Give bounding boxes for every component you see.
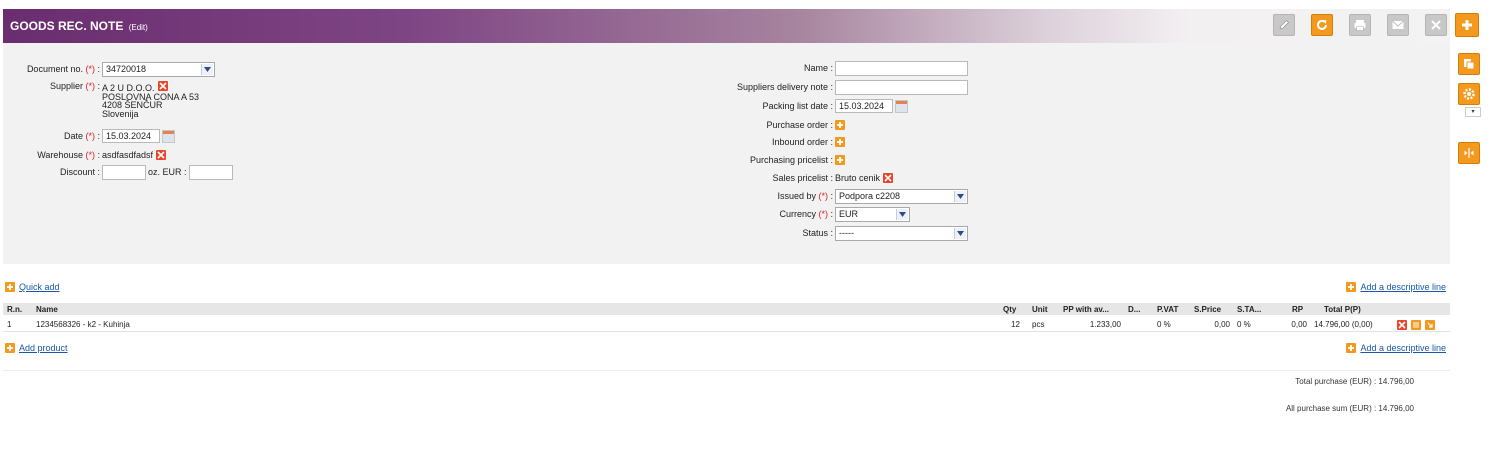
plus-icon [1462,20,1472,30]
suppliers-delivery-note-row: Suppliers delivery note : [703,79,968,95]
chevron-down-icon [954,227,966,239]
plus-icon [5,282,15,292]
divider [3,370,1450,371]
all-purchase-sum: All purchase sum (EUR) : 14.796,00 [1285,404,1414,413]
column-unit[interactable]: Unit [1032,305,1048,314]
column-rp[interactable]: RP [1292,305,1303,314]
status-select[interactable]: ----- [835,225,968,241]
add-product-link[interactable]: Add product [5,343,68,353]
purchasing-pricelist-row: Purchasing pricelist : [703,152,845,168]
packing-list-date-input[interactable] [835,99,893,113]
column-rn[interactable]: R.n. [7,305,22,314]
total-purchase: Total purchase (EUR) : 14.796,00 [1295,377,1414,386]
calendar-icon[interactable] [895,99,908,113]
column-pp-with-av[interactable]: PP with av... [1063,305,1109,314]
page-title: GOODS REC. NOTE (Edit) [10,19,148,33]
document-form: Document no. (*) : 34720018 Supplier (*)… [3,43,1450,264]
column-qty[interactable]: Qty [1003,305,1016,314]
chevron-down-icon [201,63,213,75]
date-row: Date (*) : [3,128,175,144]
name-row: Name : [703,60,968,76]
chevron-down-icon [896,208,908,220]
inbound-order-row: Inbound order : [703,134,845,150]
settings-button[interactable] [1458,83,1480,105]
issued-by-row: Issued by (*) : Podpora c2208 [703,188,968,204]
warehouse-value: asdfasdfadsf [102,150,154,160]
calendar-icon[interactable] [162,129,175,143]
chevron-down-icon [954,190,966,202]
quick-add-link[interactable]: Quick add [5,282,60,292]
copy-button[interactable] [1458,53,1480,75]
add-purchase-order-icon[interactable] [835,120,845,130]
settings-dropdown-caret[interactable]: ▾ [1465,107,1481,117]
issued-by-select[interactable]: Podpora c2208 [835,188,968,204]
sales-pricelist-value: Bruto cenik [835,173,881,183]
currency-row: Currency (*) : EUR [703,206,910,222]
supplier-row: Supplier (*) : A 2 U D.O.O. POSLOVNA CON… [49,81,200,119]
remove-warehouse-icon[interactable] [156,150,167,160]
remove-sales-pricelist-icon[interactable] [883,173,894,183]
currency-select[interactable]: EUR [835,206,910,222]
gear-icon [1463,88,1475,100]
lines-table-header: R.n. Name Qty Unit PP with av... D... P.… [3,303,1450,315]
delete-line-icon[interactable] [1397,320,1407,330]
print-button[interactable] [1349,14,1371,36]
column-pvat[interactable]: P.VAT [1157,305,1178,314]
add-purchasing-pricelist-icon[interactable] [835,155,845,165]
column-sta[interactable]: S.TA... [1237,305,1261,314]
discount-input[interactable] [102,164,146,180]
edit-button[interactable] [1273,14,1295,36]
supplier-address: A 2 U D.O.O. POSLOVNA CONA A 53 4208 ŠEN… [102,81,200,119]
date-input[interactable] [102,129,160,143]
warehouse-row: Warehouse (*) : asdfasdfadsf [3,147,167,163]
edit-line-icon[interactable] [1411,320,1421,330]
status-row: Status : ----- [703,225,968,241]
close-icon [1431,20,1441,30]
column-total-pp[interactable]: Total P(P) [1324,305,1361,314]
sales-pricelist-row: Sales pricelist : Bruto cenik [703,170,894,186]
plus-icon [1346,282,1357,292]
email-button[interactable] [1387,14,1409,36]
add-descriptive-line-link-bottom[interactable]: Add a descriptive line [1343,343,1446,353]
table-row[interactable]: 1 1234568326 - k2 - Kuhinja 12 pcs 1.233… [3,318,1450,332]
plus-icon [1346,343,1357,353]
split-arrows-icon [1464,148,1474,158]
close-button[interactable] [1425,14,1447,36]
print-icon [1354,20,1366,31]
split-view-button[interactable] [1458,142,1480,164]
column-name[interactable]: Name [36,305,58,314]
packing-list-date-row: Packing list date : [703,98,908,114]
suppliers-delivery-note-input[interactable] [835,79,968,95]
refresh-button[interactable] [1311,14,1333,36]
add-descriptive-line-link-top[interactable]: Add a descriptive line [1343,282,1446,292]
new-document-button[interactable] [1455,13,1479,37]
discount-eur-input[interactable] [188,164,233,180]
purchase-order-row: Purchase order : [703,117,845,133]
remove-supplier-icon[interactable] [157,81,168,91]
page-mode: (Edit) [128,23,148,32]
document-no-select[interactable]: 34720018 [102,61,215,77]
mail-icon [1392,20,1404,29]
page-header: GOODS REC. NOTE (Edit) [3,9,1450,43]
copy-icon [1464,59,1475,70]
document-no-row: Document no. (*) : 34720018 [3,61,215,77]
refresh-icon [1317,19,1327,30]
line-detail-icon[interactable] [1425,320,1435,330]
add-inbound-order-icon[interactable] [835,137,845,147]
discount-row: Discount : oz. EUR : [3,164,233,180]
pencil-icon [1279,20,1289,30]
column-d[interactable]: D... [1128,305,1140,314]
column-sprice[interactable]: S.Price [1194,305,1221,314]
name-input[interactable] [835,60,968,76]
plus-icon [5,343,15,353]
